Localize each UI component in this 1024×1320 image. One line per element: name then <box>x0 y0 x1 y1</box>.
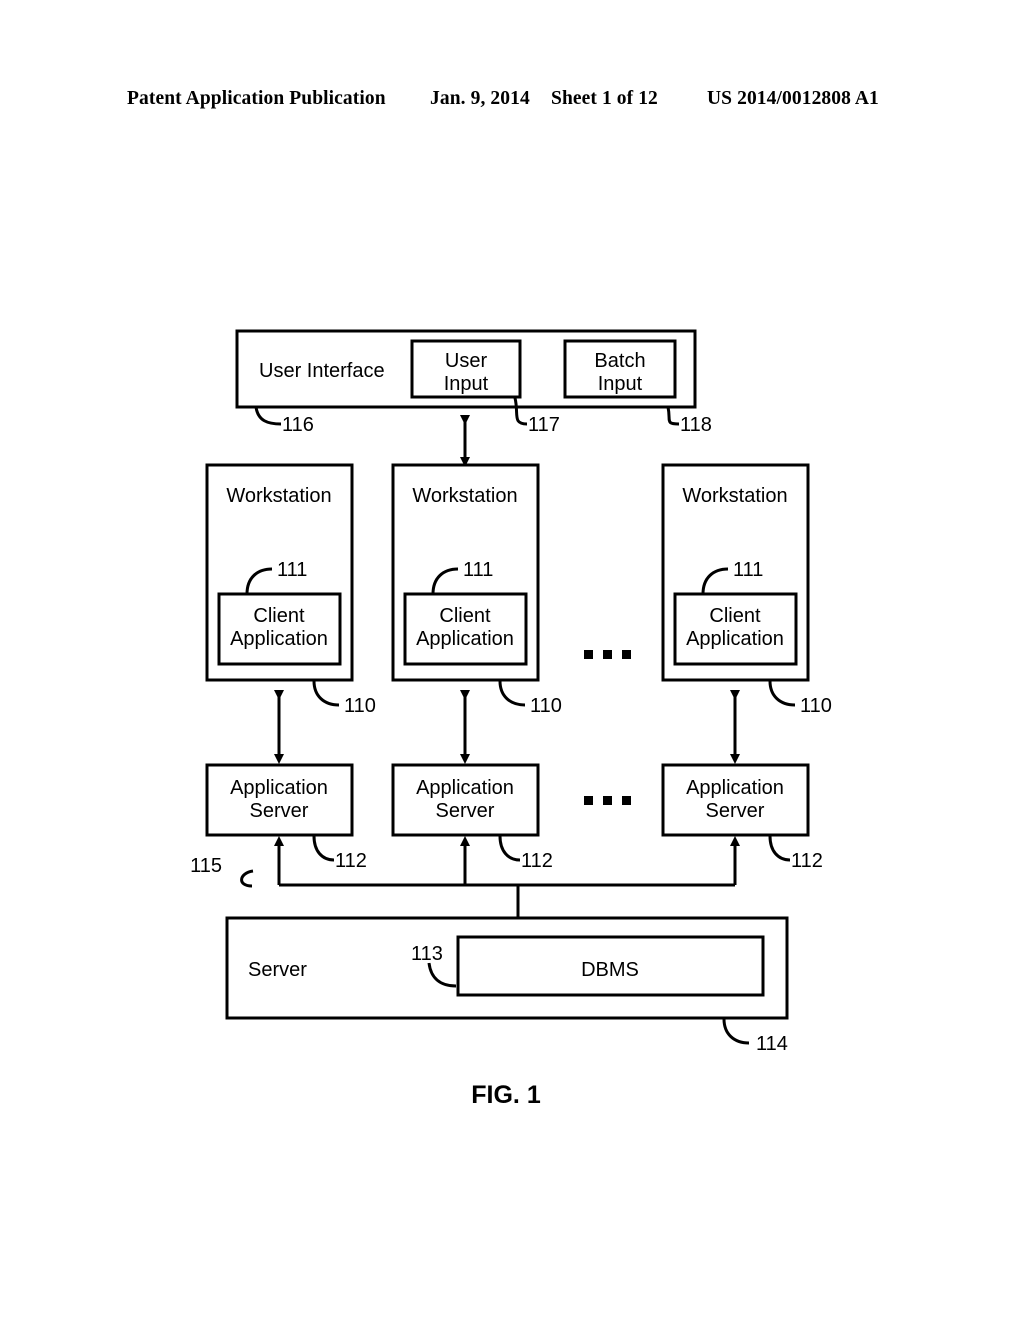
user-interface-label: User Interface <box>259 360 385 382</box>
ellipsis-dot <box>603 796 612 805</box>
workstation-3: Workstation Client Application 111 110 <box>661 463 832 717</box>
application-server-3: Application Server 112 <box>661 763 823 872</box>
ellipsis-dot <box>603 650 612 659</box>
client-application-1-line2: Application <box>230 628 328 650</box>
leader-115 <box>240 869 254 888</box>
leader-116 <box>254 406 282 426</box>
application-server-2-line1: Application <box>416 777 514 799</box>
figure-caption: FIG. 1 <box>471 1081 541 1109</box>
workstation-1-title: Workstation <box>226 485 331 507</box>
leader-114 <box>722 1018 750 1045</box>
user-input-label-line1: User <box>445 350 488 372</box>
ref-112-2: 112 <box>521 850 553 872</box>
ellipsis-dot <box>584 796 593 805</box>
server-label: Server <box>248 959 307 981</box>
application-server-3-line2: Server <box>706 800 765 822</box>
ref-112-1: 112 <box>335 850 367 872</box>
server-group: Server DBMS 113 114 <box>225 916 789 1055</box>
leader-112-3 <box>768 835 791 862</box>
figure-1-diagram: User Interface 116 User Input 117 Batch … <box>0 0 1024 1320</box>
leader-110-3 <box>768 680 796 707</box>
workstation-2-title: Workstation <box>412 485 517 507</box>
application-server-2: Application Server 112 <box>391 763 553 872</box>
client-application-3-line1: Client <box>709 605 761 627</box>
ref-115: 115 <box>190 855 222 877</box>
ref-110-3: 110 <box>800 695 832 717</box>
ref-111-1: 111 <box>277 559 307 581</box>
batch-input-label-line1: Batch <box>594 350 645 372</box>
application-server-3-line1: Application <box>686 777 784 799</box>
user-input-label-line2: Input <box>444 373 489 395</box>
client-application-1-line1: Client <box>253 605 305 627</box>
application-server-1-line2: Server <box>250 800 309 822</box>
leader-112-1 <box>312 835 335 862</box>
ref-111-2: 111 <box>463 559 493 581</box>
ref-113: 113 <box>411 943 443 965</box>
ellipsis-dot <box>622 796 631 805</box>
ref-110-1: 110 <box>344 695 376 717</box>
ref-114: 114 <box>756 1033 788 1055</box>
ellipsis-dot <box>622 650 631 659</box>
dbms-label: DBMS <box>581 959 639 981</box>
batch-input-label-line2: Input <box>598 373 643 395</box>
leader-118 <box>666 406 680 426</box>
ref-116: 116 <box>282 414 314 436</box>
patent-drawing-page: Patent Application Publication Jan. 9, 2… <box>0 0 1024 1320</box>
ref-112-3: 112 <box>791 850 823 872</box>
client-application-2-line1: Client <box>439 605 491 627</box>
ref-110-2: 110 <box>530 695 562 717</box>
application-server-1: Application Server 112 <box>205 763 367 872</box>
workstation-3-title: Workstation <box>682 485 787 507</box>
appserver-ellipsis <box>584 796 631 805</box>
leader-112-2 <box>498 835 521 862</box>
ellipsis-dot <box>584 650 593 659</box>
ref-117: 117 <box>528 414 560 436</box>
leader-110-2 <box>498 680 526 707</box>
workstation-1: Workstation Client Application 111 110 <box>205 463 376 717</box>
application-server-2-line2: Server <box>436 800 495 822</box>
application-server-1-line1: Application <box>230 777 328 799</box>
workstation-ellipsis <box>584 650 631 659</box>
ref-118: 118 <box>680 414 712 436</box>
leader-110-1 <box>312 680 340 707</box>
ref-111-3: 111 <box>733 559 763 581</box>
client-application-3-line2: Application <box>686 628 784 650</box>
workstation-2: Workstation Client Application 111 110 <box>391 463 562 717</box>
client-application-2-line2: Application <box>416 628 514 650</box>
